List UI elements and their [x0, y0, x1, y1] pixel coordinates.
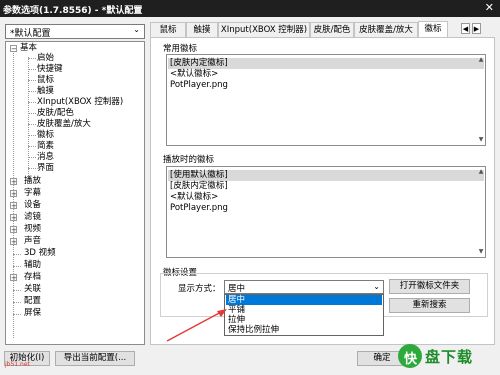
tree-item[interactable]: 声音: [24, 236, 41, 247]
tree-item[interactable]: 简素: [37, 141, 54, 152]
list-item[interactable]: PotPlayer.png: [170, 80, 228, 91]
tree-connector: [28, 135, 36, 136]
tree-connector: [28, 113, 36, 114]
tree-connector: [13, 290, 21, 291]
display-mode-label: 显示方式：: [178, 284, 221, 294]
list-item[interactable]: <默认徽标>: [170, 69, 218, 80]
title-bar: 参数选项(1.7.8556) - *默认配置 ✕: [0, 0, 500, 17]
tree-item[interactable]: 界面: [37, 163, 54, 174]
chevron-down-icon: ⌄: [373, 282, 380, 291]
watermark-url: jb51.net: [5, 361, 30, 368]
expand-icon[interactable]: +: [10, 238, 17, 246]
scroll-down-icon[interactable]: ▼: [477, 136, 485, 144]
watermark-text: 盘下载: [425, 348, 474, 366]
tree-item[interactable]: 配置: [24, 296, 41, 307]
tree-connector: [28, 69, 36, 70]
scroll-down-icon[interactable]: ▼: [477, 248, 485, 256]
tab-mouse[interactable]: 鼠标: [150, 22, 186, 38]
tree-item[interactable]: XInput(XBOX 控制器): [37, 97, 123, 108]
expand-icon[interactable]: +: [10, 274, 17, 282]
tab-xinput[interactable]: XInput(XBOX 控制器): [218, 22, 310, 38]
tree-connector: [28, 91, 36, 92]
tree-item[interactable]: 3D 视频: [24, 248, 56, 259]
tree-item[interactable]: 屏保: [24, 308, 41, 319]
expand-icon[interactable]: +: [10, 202, 17, 210]
tree-item[interactable]: 辅助: [24, 260, 41, 271]
expand-icon[interactable]: +: [10, 178, 17, 186]
tree-connector: [13, 266, 21, 267]
tree-item[interactable]: 鼠标: [37, 75, 54, 86]
playing-logo-label: 播放时的徽标: [163, 155, 215, 165]
expand-icon[interactable]: +: [10, 190, 17, 198]
dropdown-option-keep-ratio[interactable]: 保持比例拉伸: [226, 325, 382, 335]
tree-item[interactable]: 触摸: [37, 86, 54, 97]
tree-item[interactable]: 存档: [24, 272, 41, 283]
watermark-badge-text: 快: [404, 352, 418, 367]
scroll-up-icon[interactable]: ▲: [477, 56, 485, 64]
profile-select[interactable]: *默认配置 ⌄: [5, 24, 145, 39]
tree-connector: [13, 314, 21, 315]
tree-connector: [13, 254, 21, 255]
collapse-icon[interactable]: −: [10, 45, 17, 53]
tree-item[interactable]: 设备: [24, 200, 41, 211]
tab-touch[interactable]: 触摸: [186, 22, 218, 38]
tree-item[interactable]: 皮肤覆盖/放大: [37, 119, 91, 130]
tree-connector: [28, 168, 36, 169]
scroll-up-icon[interactable]: ▲: [477, 168, 485, 176]
tree-item[interactable]: 快捷键: [37, 64, 63, 75]
refresh-search-button[interactable]: 重新搜索: [389, 298, 470, 313]
playing-logo-list[interactable]: [使用默认徽标] [皮肤内定徽标] <默认徽标> PotPlayer.png ▲…: [166, 166, 486, 258]
tree-item[interactable]: 启始: [37, 53, 54, 64]
tab-next-icon[interactable]: ▶: [472, 23, 481, 34]
tree-connector: [28, 102, 36, 103]
tree-item[interactable]: 滤镜: [24, 212, 41, 223]
tree-connector: [28, 124, 36, 125]
list-item[interactable]: PotPlayer.png: [170, 203, 228, 214]
tree-connector: [13, 302, 21, 303]
watermark-logo: 快 盘下载: [398, 338, 498, 373]
chevron-down-icon: ⌄: [133, 25, 140, 34]
tree-guide: [28, 57, 29, 178]
tree-item[interactable]: 字幕: [24, 188, 41, 199]
tree-item[interactable]: 皮肤/配色: [37, 108, 74, 119]
open-logo-folder-button[interactable]: 打开徽标文件夹: [389, 279, 470, 294]
list-item[interactable]: <默认徽标>: [170, 192, 218, 203]
tree-connector: [28, 58, 36, 59]
tab-skin-overlay[interactable]: 皮肤覆盖/放大: [354, 22, 418, 38]
tree-item-basic[interactable]: 基本: [20, 43, 37, 54]
tree-connector: [28, 146, 36, 147]
settings-tree[interactable]: − 基本 启始 快捷键 鼠标 触摸 XInput(XBOX 控制器) 皮肤/配色…: [5, 41, 145, 345]
tree-item[interactable]: 消息: [37, 152, 54, 163]
window-title: 参数选项(1.7.8556) - *默认配置: [3, 6, 143, 16]
tree-item[interactable]: 播放: [24, 176, 41, 187]
display-mode-dropdown[interactable]: 居中 平铺 拉伸 保持比例拉伸: [224, 294, 384, 336]
dropdown-option-center[interactable]: 居中: [226, 295, 382, 305]
display-mode-select[interactable]: 居中 ⌄: [224, 280, 384, 294]
tree-item-logo[interactable]: 徽标: [37, 130, 54, 141]
close-icon[interactable]: ✕: [485, 1, 494, 14]
tab-strip: 鼠标 触摸 XInput(XBOX 控制器) 皮肤/配色 皮肤覆盖/放大 徽标 …: [150, 21, 495, 39]
dropdown-option-stretch[interactable]: 拉伸: [226, 315, 382, 325]
tree-connector: [28, 157, 36, 158]
list-item[interactable]: [皮肤内定徽标]: [170, 181, 228, 192]
expand-icon[interactable]: +: [10, 214, 17, 222]
expand-icon[interactable]: +: [10, 226, 17, 234]
annotation-arrow: [166, 309, 227, 342]
list-item[interactable]: [皮肤内定徽标]: [168, 58, 484, 69]
tree-item[interactable]: 视频: [24, 224, 41, 235]
display-mode-value: 居中: [228, 284, 246, 294]
tree-connector: [28, 80, 36, 81]
dropdown-option-tile[interactable]: 平铺: [226, 305, 382, 315]
profile-select-value: *默认配置: [10, 29, 51, 39]
common-logo-list[interactable]: [皮肤内定徽标] <默认徽标> PotPlayer.png ▲ ▼: [166, 54, 486, 146]
tree-item[interactable]: 关联: [24, 284, 41, 295]
common-logo-label: 常用徽标: [163, 44, 198, 54]
watermark-badge: 快: [398, 344, 422, 368]
list-item[interactable]: [使用默认徽标]: [168, 170, 484, 181]
export-config-button[interactable]: 导出当前配置(...: [55, 351, 135, 366]
tab-prev-icon[interactable]: ◀: [461, 23, 470, 34]
tab-skin-color[interactable]: 皮肤/配色: [310, 22, 354, 38]
